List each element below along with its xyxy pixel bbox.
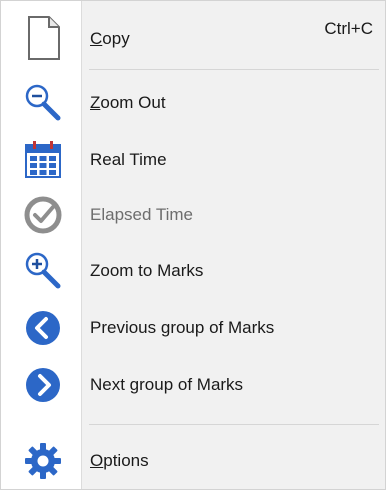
chevron-right-icon [23, 365, 63, 405]
zoom-to-marks-label: Zoom to Marks [90, 261, 204, 280]
zoom-in-icon [23, 251, 63, 291]
elapsed-time-icon [23, 195, 63, 235]
copy-label: Copy [90, 29, 130, 48]
menu-separator [89, 69, 379, 70]
menu-item-zoom-out[interactable]: Zoom Out [1, 78, 386, 128]
menu-item-real-time[interactable]: Real Time [1, 135, 386, 185]
previous-group-label: Previous group of Marks [90, 318, 275, 337]
copy-shortcut: Ctrl+C [324, 19, 373, 38]
gear-icon [23, 441, 63, 481]
gutter-divider [81, 1, 82, 489]
menu-item-next-group[interactable]: Next group of Marks [1, 360, 386, 410]
context-menu: Copy Ctrl+C Zoom Out Real Time Elapsed T… [0, 0, 386, 490]
chevron-left-icon [23, 308, 63, 348]
menu-item-elapsed-time: Elapsed Time [1, 190, 386, 240]
zoom-out-label: Zoom Out [90, 93, 166, 112]
calendar-icon [23, 140, 63, 180]
next-group-label: Next group of Marks [90, 375, 244, 394]
menu-item-copy[interactable]: Copy Ctrl+C [1, 13, 386, 63]
icon-gutter [1, 1, 81, 489]
options-label: Options [90, 451, 149, 470]
menu-item-previous-group[interactable]: Previous group of Marks [1, 303, 386, 353]
elapsed-time-label: Elapsed Time [90, 205, 193, 224]
menu-separator [89, 424, 379, 425]
copy-icon [23, 16, 63, 60]
menu-item-zoom-to-marks[interactable]: Zoom to Marks [1, 246, 386, 296]
zoom-out-icon [23, 83, 63, 123]
real-time-label: Real Time [90, 150, 167, 169]
menu-item-options[interactable]: Options [1, 436, 386, 486]
